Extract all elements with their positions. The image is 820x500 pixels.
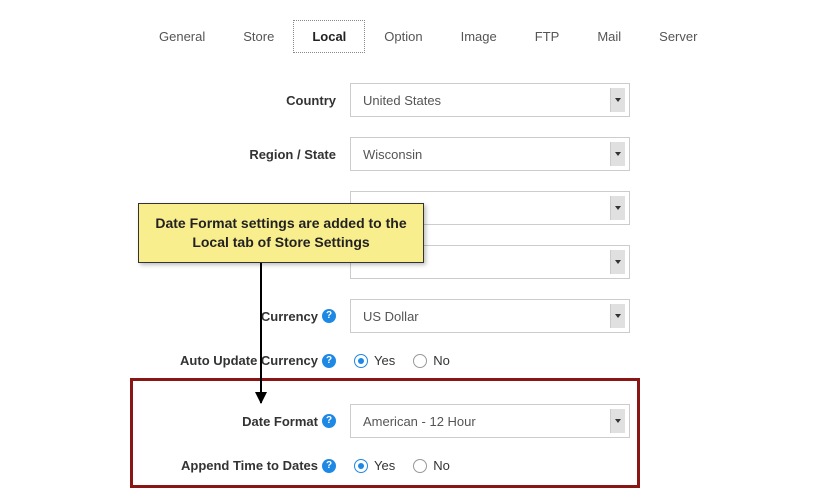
- tab-server[interactable]: Server: [640, 20, 716, 53]
- label-region: Region / State: [0, 147, 350, 162]
- radio-icon: [413, 354, 427, 368]
- select-country-value: United States: [363, 93, 441, 108]
- radio-label-yes: Yes: [374, 458, 395, 473]
- chevron-down-icon: [615, 206, 621, 210]
- tab-general[interactable]: General: [140, 20, 224, 53]
- radio-label-no: No: [433, 353, 450, 368]
- radio-icon: [354, 459, 368, 473]
- chevron-down-icon: [615, 314, 621, 318]
- row-auto-update-currency: Auto Update Currency ? Yes No: [0, 343, 820, 378]
- label-auto-update-currency: Auto Update Currency: [180, 353, 318, 368]
- radio-icon: [354, 354, 368, 368]
- select-date-format[interactable]: American - 12 Hour: [350, 404, 630, 438]
- chevron-down-icon: [615, 98, 621, 102]
- tab-mail[interactable]: Mail: [578, 20, 640, 53]
- chevron-down-icon: [615, 152, 621, 156]
- help-icon[interactable]: ?: [322, 459, 336, 473]
- chevron-down-icon: [615, 419, 621, 423]
- label-currency: Currency: [261, 309, 318, 324]
- tab-local[interactable]: Local: [293, 20, 365, 53]
- radio-icon: [413, 459, 427, 473]
- select-date-format-value: American - 12 Hour: [363, 414, 476, 429]
- radio-group-auto-update: Yes No: [350, 353, 630, 368]
- radio-label-yes: Yes: [374, 353, 395, 368]
- radio-auto-update-no[interactable]: No: [413, 353, 450, 368]
- radio-append-time-no[interactable]: No: [413, 458, 450, 473]
- radio-label-no: No: [433, 458, 450, 473]
- label-country: Country: [0, 93, 350, 108]
- select-currency-value: US Dollar: [363, 309, 419, 324]
- row-date-format: Date Format ? American - 12 Hour: [0, 394, 820, 448]
- row-append-time: Append Time to Dates ? Yes No: [0, 448, 820, 483]
- row-currency: Currency ? US Dollar: [0, 289, 820, 343]
- local-settings-form: Country United States Region / State Wis…: [0, 53, 820, 483]
- help-icon[interactable]: ?: [322, 309, 336, 323]
- select-region-value: Wisconsin: [363, 147, 422, 162]
- tab-option[interactable]: Option: [365, 20, 441, 53]
- settings-tabs: General Store Local Option Image FTP Mai…: [0, 0, 820, 53]
- annotation-arrow: [260, 255, 262, 403]
- help-icon[interactable]: ?: [322, 414, 336, 428]
- radio-append-time-yes[interactable]: Yes: [354, 458, 395, 473]
- radio-group-append-time: Yes No: [350, 458, 630, 473]
- chevron-down-icon: [615, 260, 621, 264]
- label-date-format: Date Format: [242, 414, 318, 429]
- row-country: Country United States: [0, 73, 820, 127]
- help-icon[interactable]: ?: [322, 354, 336, 368]
- annotation-callout: Date Format settings are added to the Lo…: [138, 203, 424, 263]
- tab-image[interactable]: Image: [442, 20, 516, 53]
- tab-store[interactable]: Store: [224, 20, 293, 53]
- radio-auto-update-yes[interactable]: Yes: [354, 353, 395, 368]
- select-currency[interactable]: US Dollar: [350, 299, 630, 333]
- select-country[interactable]: United States: [350, 83, 630, 117]
- row-region: Region / State Wisconsin: [0, 127, 820, 181]
- label-append-time: Append Time to Dates: [181, 458, 318, 473]
- tab-ftp[interactable]: FTP: [516, 20, 579, 53]
- select-region[interactable]: Wisconsin: [350, 137, 630, 171]
